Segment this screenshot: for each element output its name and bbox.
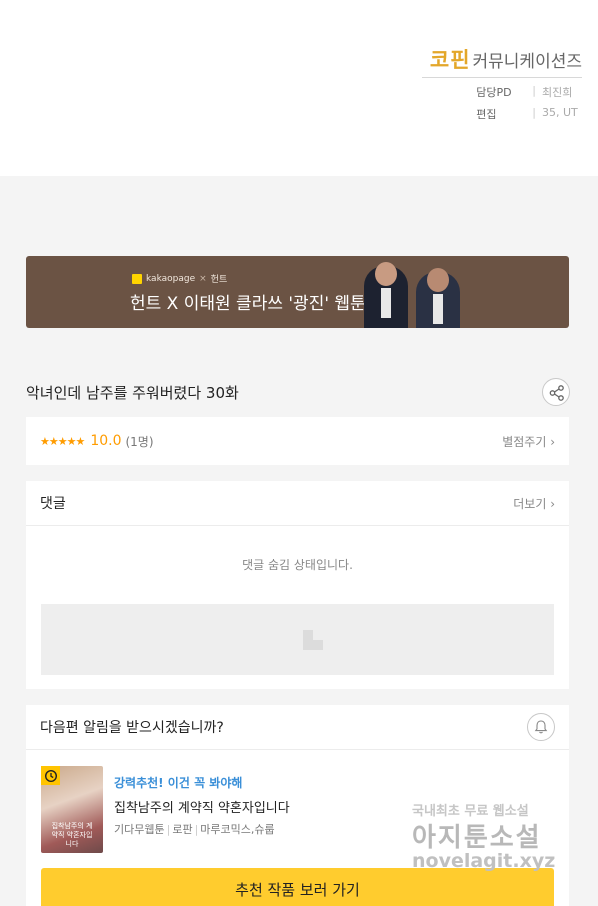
studio-credit: 코핀 커뮤니케이션즈 담당PD | 최진희 편집 | 35, UT — [422, 44, 582, 122]
studio-logo-mark: 코핀 — [429, 48, 471, 72]
recommendation-publisher: 마루코믹스,슈룹 — [200, 823, 275, 836]
recommendation-cover[interactable]: 집착남주의 계약직 약혼자입니다 — [41, 766, 103, 853]
comments-card: 댓글 더보기 › 댓글 숨김 상태입니다. — [26, 481, 569, 689]
rating-count: (1명) — [125, 434, 154, 449]
credit-key: 편집 — [476, 108, 497, 121]
share-icon — [549, 385, 564, 401]
cover-title-text: 집착남주의 계약직 약혼자입니다 — [51, 822, 93, 848]
comments-hidden-message: 댓글 숨김 상태입니다. — [242, 558, 353, 572]
credit-divider: | — [532, 106, 536, 119]
next-episode-header: 다음편 알림을 받으시겠습니까? — [26, 705, 569, 750]
site-watermark: 국내최초 무료 웹소설 아지툰소설 novelagit.xyz — [412, 800, 582, 872]
watermark-line-3: novelagit.xyz — [412, 850, 556, 872]
notification-button[interactable] — [527, 713, 555, 741]
kakaopage-logo-icon — [132, 273, 142, 284]
recommendation-tag: 강력추천! 이건 꼭 봐야해 — [114, 776, 243, 790]
comments-header: 댓글 더보기 › — [26, 481, 569, 526]
recommendation-item[interactable]: 집착남주의 계약직 약혼자입니다 강력추천! 이건 꼭 봐야해 집착남주의 계약… — [41, 766, 290, 853]
bell-icon — [534, 720, 548, 734]
credit-divider: | — [532, 84, 536, 97]
studio-logo-text: 커뮤니케이션즈 — [472, 52, 582, 72]
credit-value: 35, UT — [542, 106, 578, 119]
banner-logo-x: × — [199, 273, 207, 284]
credit-value: 최진희 — [542, 86, 573, 99]
promo-banner[interactable]: kakaopage × 헌트 헌트 X 이태원 클라쓰 '광진' 웹툰 — [26, 256, 569, 328]
recommendation-genre: 기다무웹툰 — [114, 823, 165, 836]
banner-title: 헌트 X 이태원 클라쓰 '광진' 웹툰 — [130, 294, 366, 314]
watermark-line-2: 아지툰소설 — [412, 823, 542, 853]
recommendation-title[interactable]: 집착남주의 계약직 약혼자입니다 — [114, 797, 290, 816]
banner-logo: kakaopage × 헌트 — [132, 272, 227, 285]
next-episode-title: 다음편 알림을 받으시겠습니까? — [40, 720, 224, 736]
comment-placeholder-icon — [303, 630, 323, 650]
comments-title: 댓글 — [40, 496, 66, 512]
rating-stars-icon: ★★★★★ — [40, 434, 85, 448]
credit-key: 담당PD — [476, 86, 512, 99]
credits-panel: 코핀 커뮤니케이션즈 담당PD | 최진희 편집 | 35, UT — [0, 0, 598, 176]
credit-row-editor: 편집 | 35, UT — [422, 106, 582, 122]
banner-logo-right: 헌트 — [210, 275, 228, 285]
banner-character-right — [416, 268, 460, 328]
rating-card: ★★★★★ 10.0 (1명) 별점주기 › — [26, 417, 569, 465]
rate-button[interactable]: 별점주기 › — [502, 433, 555, 450]
credit-row-pd: 담당PD | 최진희 — [422, 84, 582, 100]
studio-logo: 코핀 커뮤니케이션즈 — [422, 44, 582, 78]
comment-input-box[interactable] — [41, 604, 554, 675]
share-button[interactable] — [542, 378, 570, 406]
episode-title: 악녀인데 남주를 주워버렸다 30화 — [26, 384, 239, 402]
see-recommendation-button[interactable]: 추천 작품 보러 가기 — [41, 868, 554, 906]
rating-score: 10.0 — [90, 433, 122, 449]
recommendation-meta: 기다무웹툰 | 로판 | 마루코믹스,슈룹 — [114, 823, 275, 836]
comments-more-link[interactable]: 더보기 › — [513, 495, 555, 512]
banner-logo-left: kakaopage — [146, 273, 196, 284]
recommendation-genre: 로판 — [172, 823, 193, 836]
recommendation-info: 강력추천! 이건 꼭 봐야해 집착남주의 계약직 약혼자입니다 기다무웹툰 | 로판… — [114, 766, 290, 853]
wait-free-clock-icon — [41, 766, 60, 785]
banner-character-left — [364, 262, 408, 328]
